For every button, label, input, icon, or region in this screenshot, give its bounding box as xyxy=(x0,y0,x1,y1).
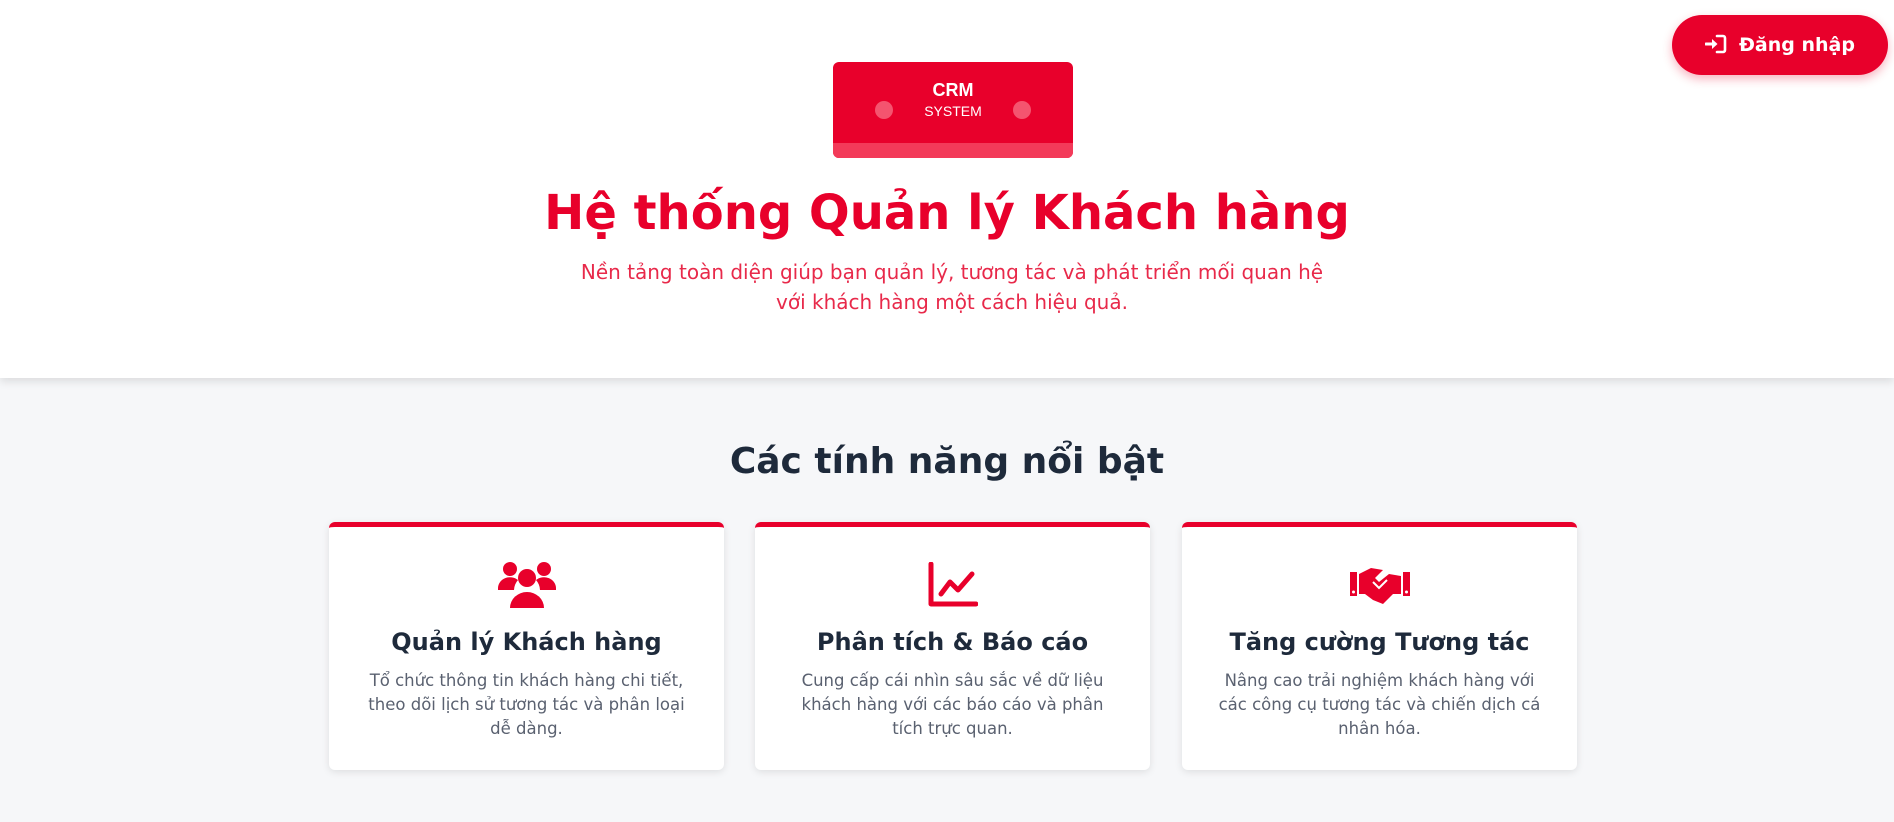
login-button-label: Đăng nhập xyxy=(1739,34,1855,56)
feature-card-customer-management: Quản lý Khách hàng Tổ chức thông tin khá… xyxy=(329,522,724,770)
page-subtitle: Nền tảng toàn diện giúp bạn quản lý, tươ… xyxy=(580,260,1324,314)
logo-main-text: CRM xyxy=(932,80,974,100)
login-button[interactable]: Đăng nhập xyxy=(1672,15,1888,75)
feature-card-description: Tổ chức thông tin khách hàng chi tiết, t… xyxy=(368,671,685,738)
users-icon xyxy=(329,559,724,611)
feature-card-analytics: Phân tích & Báo cáo Cung cấp cái nhìn sâ… xyxy=(755,522,1150,770)
sign-in-icon xyxy=(1705,34,1729,56)
hero-section: CRM SYSTEM Hệ thống Quản lý Khách hàng N… xyxy=(0,0,1894,378)
handshake-icon xyxy=(1182,559,1577,611)
feature-card-description: Nâng cao trải nghiệm khách hàng với các … xyxy=(1218,671,1541,738)
feature-card-engagement: Tăng cường Tương tác Nâng cao trải nghiệ… xyxy=(1182,522,1577,770)
feature-card-title: Phân tích & Báo cáo xyxy=(816,628,1089,656)
logo-bottom-bar xyxy=(833,143,1073,158)
page-title: Hệ thống Quản lý Khách hàng xyxy=(544,185,1350,241)
feature-card-description: Cung cấp cái nhìn sâu sắc về dữ liệu khá… xyxy=(801,671,1104,738)
feature-card-title: Tăng cường Tương tác xyxy=(1229,628,1530,656)
features-title: Các tính năng nổi bật xyxy=(729,441,1165,482)
chart-line-icon xyxy=(755,559,1150,611)
feature-card-title: Quản lý Khách hàng xyxy=(391,628,662,656)
logo-sub-text: SYSTEM xyxy=(924,103,982,119)
crm-logo: CRM SYSTEM xyxy=(833,62,1073,158)
